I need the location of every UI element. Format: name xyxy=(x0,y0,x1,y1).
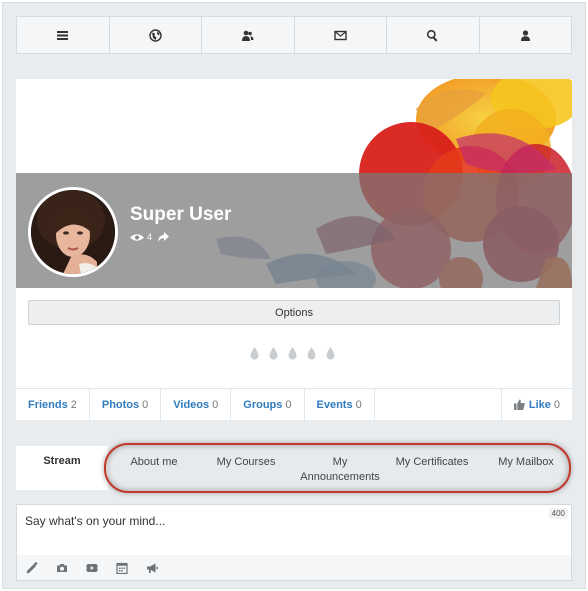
view-count: 4 xyxy=(147,232,153,242)
avatar[interactable] xyxy=(28,187,118,277)
stat-label: Events xyxy=(316,398,353,411)
status-tool[interactable] xyxy=(26,561,38,574)
stat-count: 0 xyxy=(142,398,149,411)
user-icon xyxy=(520,29,530,41)
stat-count: 2 xyxy=(70,398,77,411)
photo-tool[interactable] xyxy=(56,562,68,574)
stat-groups[interactable]: Groups 0 xyxy=(231,389,305,420)
video-tool[interactable] xyxy=(86,562,98,574)
stat-photos[interactable]: Photos 0 xyxy=(90,389,162,420)
drop-icon xyxy=(325,347,336,365)
drop-icon xyxy=(306,347,317,365)
share-icon[interactable] xyxy=(158,232,170,242)
drop-icon xyxy=(287,347,298,365)
video-icon xyxy=(86,563,98,572)
tab-my-announcements[interactable]: My Announcements xyxy=(296,455,384,485)
stat-count: 0 xyxy=(285,398,292,411)
stat-label: Friends xyxy=(28,398,68,411)
globe-button[interactable] xyxy=(110,17,202,53)
profile-tabs: Stream About me My Courses My Announceme… xyxy=(16,446,572,490)
profile-meta: 4 xyxy=(130,232,170,242)
like-count: 0 xyxy=(553,398,560,411)
char-counter: 400 xyxy=(548,508,568,519)
tab-my-certificates[interactable]: My Certificates xyxy=(392,455,472,470)
status-composer: Say what's on your mind... 400 xyxy=(16,504,572,581)
users-icon xyxy=(242,30,254,41)
profile-button[interactable] xyxy=(480,17,572,53)
eye-icon xyxy=(130,233,144,241)
drop-icon xyxy=(268,347,279,365)
camera-icon xyxy=(57,563,67,572)
stat-count: 0 xyxy=(355,398,362,411)
thumbs-up-icon xyxy=(513,399,525,410)
stat-label: Videos xyxy=(173,398,210,411)
profile-stats: Friends 2 Photos 0 Videos 0 Groups 0 Events 0… xyxy=(16,388,572,420)
badge-slots xyxy=(249,347,336,365)
stat-friends[interactable]: Friends 2 xyxy=(16,389,90,420)
friends-button[interactable] xyxy=(202,17,295,53)
calendar-icon xyxy=(116,562,128,574)
stat-label: Groups xyxy=(243,398,283,411)
megaphone-icon xyxy=(147,563,158,573)
stat-videos[interactable]: Videos 0 xyxy=(161,389,232,420)
mail-icon xyxy=(334,30,347,40)
status-input[interactable]: Say what's on your mind... xyxy=(25,514,165,528)
avatar-photo xyxy=(31,190,115,274)
event-tool[interactable] xyxy=(116,562,128,574)
top-nav xyxy=(16,16,572,54)
tab-about-me[interactable]: About me xyxy=(124,455,184,470)
stat-count: 0 xyxy=(212,398,219,411)
profile-card: Super User 4 Options Friends 2 Photos 0 Vi… xyxy=(16,79,572,420)
search-button[interactable] xyxy=(387,17,480,53)
like-button[interactable]: Like 0 xyxy=(500,389,572,420)
stat-label: Photos xyxy=(101,398,140,411)
tab-my-courses[interactable]: My Courses xyxy=(211,455,281,470)
tab-my-mailbox[interactable]: My Mailbox xyxy=(492,455,560,470)
menu-button[interactable] xyxy=(17,17,110,53)
drop-icon xyxy=(249,347,260,365)
stat-events[interactable]: Events 0 xyxy=(305,389,375,420)
stats-spacer xyxy=(375,389,501,420)
search-icon xyxy=(427,29,438,42)
like-label: Like xyxy=(528,398,551,411)
options-button[interactable]: Options xyxy=(28,300,560,325)
announcement-tool[interactable] xyxy=(146,562,158,574)
globe-icon xyxy=(149,28,162,42)
composer-toolbar xyxy=(17,555,571,580)
tab-stream[interactable]: Stream xyxy=(16,446,108,490)
profile-name[interactable]: Super User xyxy=(130,204,231,226)
menu-icon xyxy=(57,30,69,40)
messages-button[interactable] xyxy=(295,17,387,53)
pencil-icon xyxy=(26,561,38,573)
